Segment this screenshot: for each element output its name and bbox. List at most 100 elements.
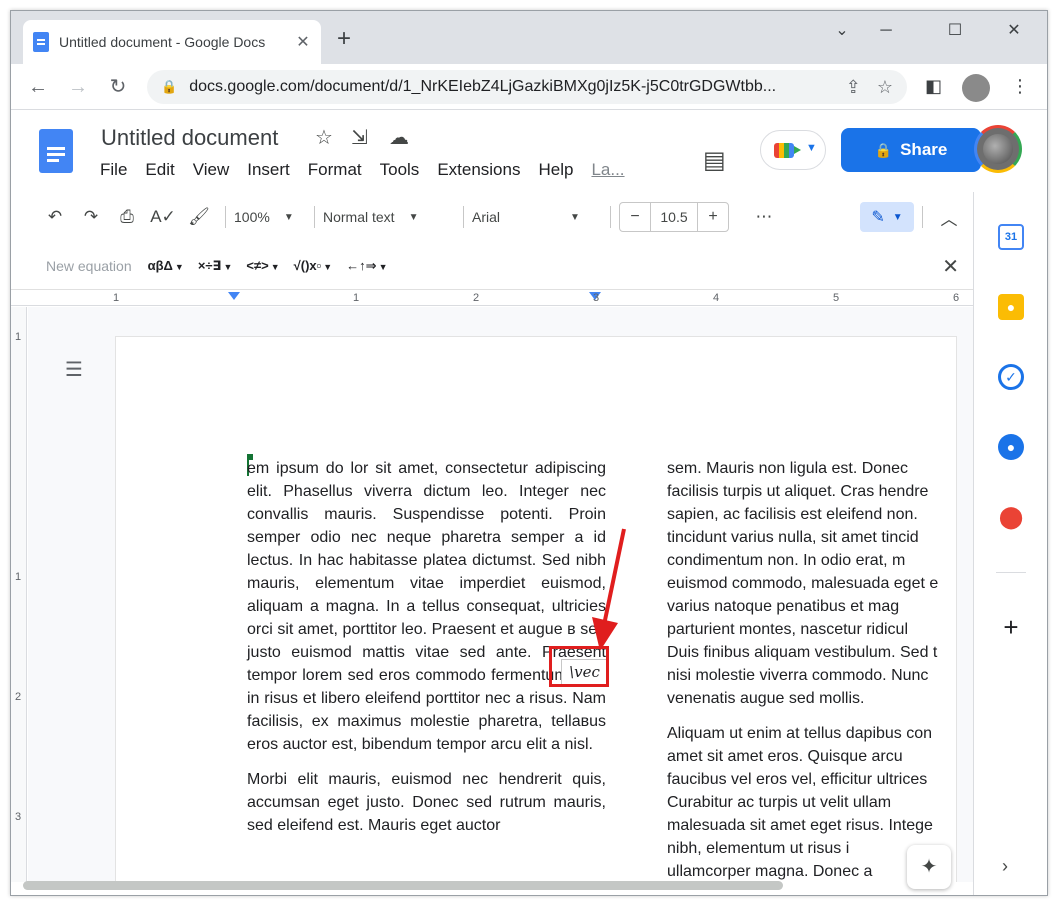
lock-icon[interactable]: 🔒	[161, 79, 177, 95]
math-operators-menu[interactable]: √()x▫ ▼	[294, 258, 333, 273]
browser-menu-icon[interactable]: ⋮	[1011, 76, 1029, 97]
document-canvas: ☰ em ipsum do lor sit amet, consectetur …	[28, 307, 973, 882]
tab-search-icon[interactable]: ⌄	[819, 19, 865, 43]
address-bar[interactable]: 🔒 docs.google.com/document/d/1_NrKEIebZ4…	[147, 70, 907, 104]
menu-insert[interactable]: Insert	[238, 160, 299, 180]
paragraph[interactable]: Morbi elit mauris, euismod nec hendrerit…	[247, 768, 606, 837]
keep-icon[interactable]: ●	[998, 294, 1024, 320]
spellcheck-icon[interactable]: A✓	[145, 207, 181, 227]
url-text[interactable]: docs.google.com/document/d/1_NrKEIebZ4Lj…	[189, 78, 830, 96]
profile-avatar[interactable]	[962, 74, 990, 102]
explore-icon[interactable]: ✦	[907, 845, 951, 889]
print-icon[interactable]: ⎙	[109, 207, 145, 227]
docs-logo-icon[interactable]	[39, 129, 73, 173]
toolbar-divider	[463, 206, 464, 228]
vertical-ruler[interactable]: 1 1 2 3	[11, 307, 27, 882]
left-indent-marker[interactable]	[228, 292, 240, 300]
maps-icon[interactable]: ⬤	[998, 504, 1024, 530]
paragraph[interactable]: em ipsum do lor sit amet, consectetur ad…	[247, 457, 606, 756]
star-icon[interactable]: ☆	[315, 125, 333, 150]
greek-letters-menu[interactable]: αβΔ ▼	[148, 258, 184, 273]
zoom-select[interactable]: 100% ▼	[234, 209, 306, 225]
greek-letters-label: αβΔ	[147, 258, 173, 273]
get-add-ons-plus-icon[interactable]: +	[998, 612, 1024, 643]
toolbar-divider	[922, 206, 923, 228]
font-select[interactable]: Arial ▼	[472, 209, 602, 225]
tasks-icon[interactable]: ✓	[998, 364, 1024, 390]
text-line: parturient montes, nascetur ridicul	[667, 621, 908, 638]
bookmark-star-icon[interactable]: ☆	[877, 77, 893, 98]
last-edit-link[interactable]: La...	[582, 160, 633, 180]
paint-format-icon[interactable]: 🖌	[181, 207, 217, 227]
text-line: Duis finibus aliquam vestibulum. Sed t	[667, 644, 938, 661]
text-column-right[interactable]: sem. Mauris non ligula est. Donec facilis…	[667, 457, 967, 882]
forward-button[interactable]: →	[65, 74, 91, 100]
show-side-panel-chevron-icon[interactable]: ›	[1002, 856, 1008, 877]
horizontal-ruler[interactable]: 1 1 2 3 4 5 6	[11, 290, 973, 306]
text-line: euismod commodo, malesuada eget e	[667, 575, 939, 592]
menu-format[interactable]: Format	[299, 160, 371, 180]
menu-help[interactable]: Help	[529, 160, 582, 180]
chevron-down-icon: ▼	[323, 262, 333, 272]
misc-operations-label: ×÷∃	[197, 257, 222, 273]
arrows-menu[interactable]: ←↑⇒ ▼	[346, 258, 387, 274]
ruler-mark: 1	[353, 292, 360, 304]
text-line: sapien, ac facilisis est eleifend non.	[667, 506, 918, 523]
menu-view[interactable]: View	[184, 160, 239, 180]
horizontal-scrollbar[interactable]	[23, 881, 783, 890]
tab-close-icon[interactable]: ✕	[295, 32, 311, 52]
document-page[interactable]: em ipsum do lor sit amet, consectetur ad…	[116, 337, 956, 882]
cloud-saved-icon[interactable]: ☁	[389, 125, 409, 150]
chevron-down-icon: ▼	[408, 211, 419, 223]
text-line: facilisis turpis ut aliquet. Cras hendre	[667, 483, 929, 500]
text-line: sem. Mauris non ligula est. Donec	[667, 460, 908, 477]
maximize-button[interactable]: ☐	[932, 19, 978, 43]
move-folder-icon[interactable]: ⇲	[351, 125, 368, 150]
text-line: Curabitur ac turpis ut velit ullam	[667, 794, 892, 811]
close-window-button[interactable]: ✕	[991, 19, 1037, 43]
meet-button[interactable]: ▼	[760, 130, 826, 170]
chevron-down-icon: ▼	[270, 262, 280, 272]
reload-button[interactable]: ↻	[105, 74, 131, 100]
hide-menus-chevron-up-icon[interactable]: ︿	[931, 205, 967, 230]
style-select[interactable]: Normal text ▼	[323, 209, 455, 225]
undo-icon[interactable]: ↶	[37, 207, 73, 227]
document-outline-icon[interactable]: ☰	[65, 357, 83, 382]
close-equation-toolbar-icon[interactable]: ✕	[942, 254, 959, 279]
menu-extensions[interactable]: Extensions	[428, 160, 529, 180]
share-label: Share	[900, 140, 948, 159]
document-title[interactable]: Untitled document	[101, 125, 278, 151]
text-column-left[interactable]: em ipsum do lor sit amet, consectetur ad…	[247, 457, 606, 849]
relations-menu[interactable]: <≠> ▼	[246, 258, 279, 273]
editing-mode-button[interactable]: ✎ ▼	[860, 202, 914, 232]
toolbar-divider	[225, 206, 226, 228]
new-equation-button[interactable]: New equation	[46, 258, 132, 274]
side-panel-icon[interactable]: ◧	[925, 76, 942, 97]
more-options-icon[interactable]: ⋯	[746, 207, 782, 227]
increase-font-size-button[interactable]: +	[698, 208, 728, 226]
browser-tab[interactable]: Untitled document - Google Docs ✕	[23, 20, 321, 64]
menu-tools[interactable]: Tools	[371, 160, 429, 180]
decrease-font-size-button[interactable]: −	[620, 208, 650, 226]
lock-icon: 🔒	[874, 142, 893, 158]
paragraph[interactable]: sem. Mauris non ligula est. Donec facilis…	[667, 457, 967, 710]
calendar-icon[interactable]: 31	[998, 224, 1024, 250]
back-button[interactable]: ←	[25, 74, 51, 100]
equation-input[interactable]: \vec	[561, 659, 608, 685]
ruler-mark: 3	[15, 811, 22, 823]
comment-history-icon[interactable]: ▤	[703, 146, 726, 175]
font-size-input[interactable]: 10.5	[650, 203, 698, 231]
new-tab-button[interactable]: +	[337, 27, 351, 51]
redo-icon[interactable]: ↷	[73, 207, 109, 227]
chevron-down-icon: ▼	[378, 261, 388, 272]
share-page-icon[interactable]: ⇪	[846, 77, 861, 98]
contacts-icon[interactable]: ●	[998, 434, 1024, 460]
menu-file[interactable]: File	[91, 160, 136, 180]
misc-operations-menu[interactable]: ×÷∃ ▼	[198, 258, 233, 274]
minimize-button[interactable]: ─	[863, 19, 909, 43]
account-avatar[interactable]	[974, 125, 1022, 173]
share-button[interactable]: 🔒 Share	[841, 128, 981, 172]
chevron-down-icon: ▼	[223, 261, 233, 272]
menu-edit[interactable]: Edit	[136, 160, 183, 180]
chevron-down-icon: ▼	[892, 211, 903, 223]
